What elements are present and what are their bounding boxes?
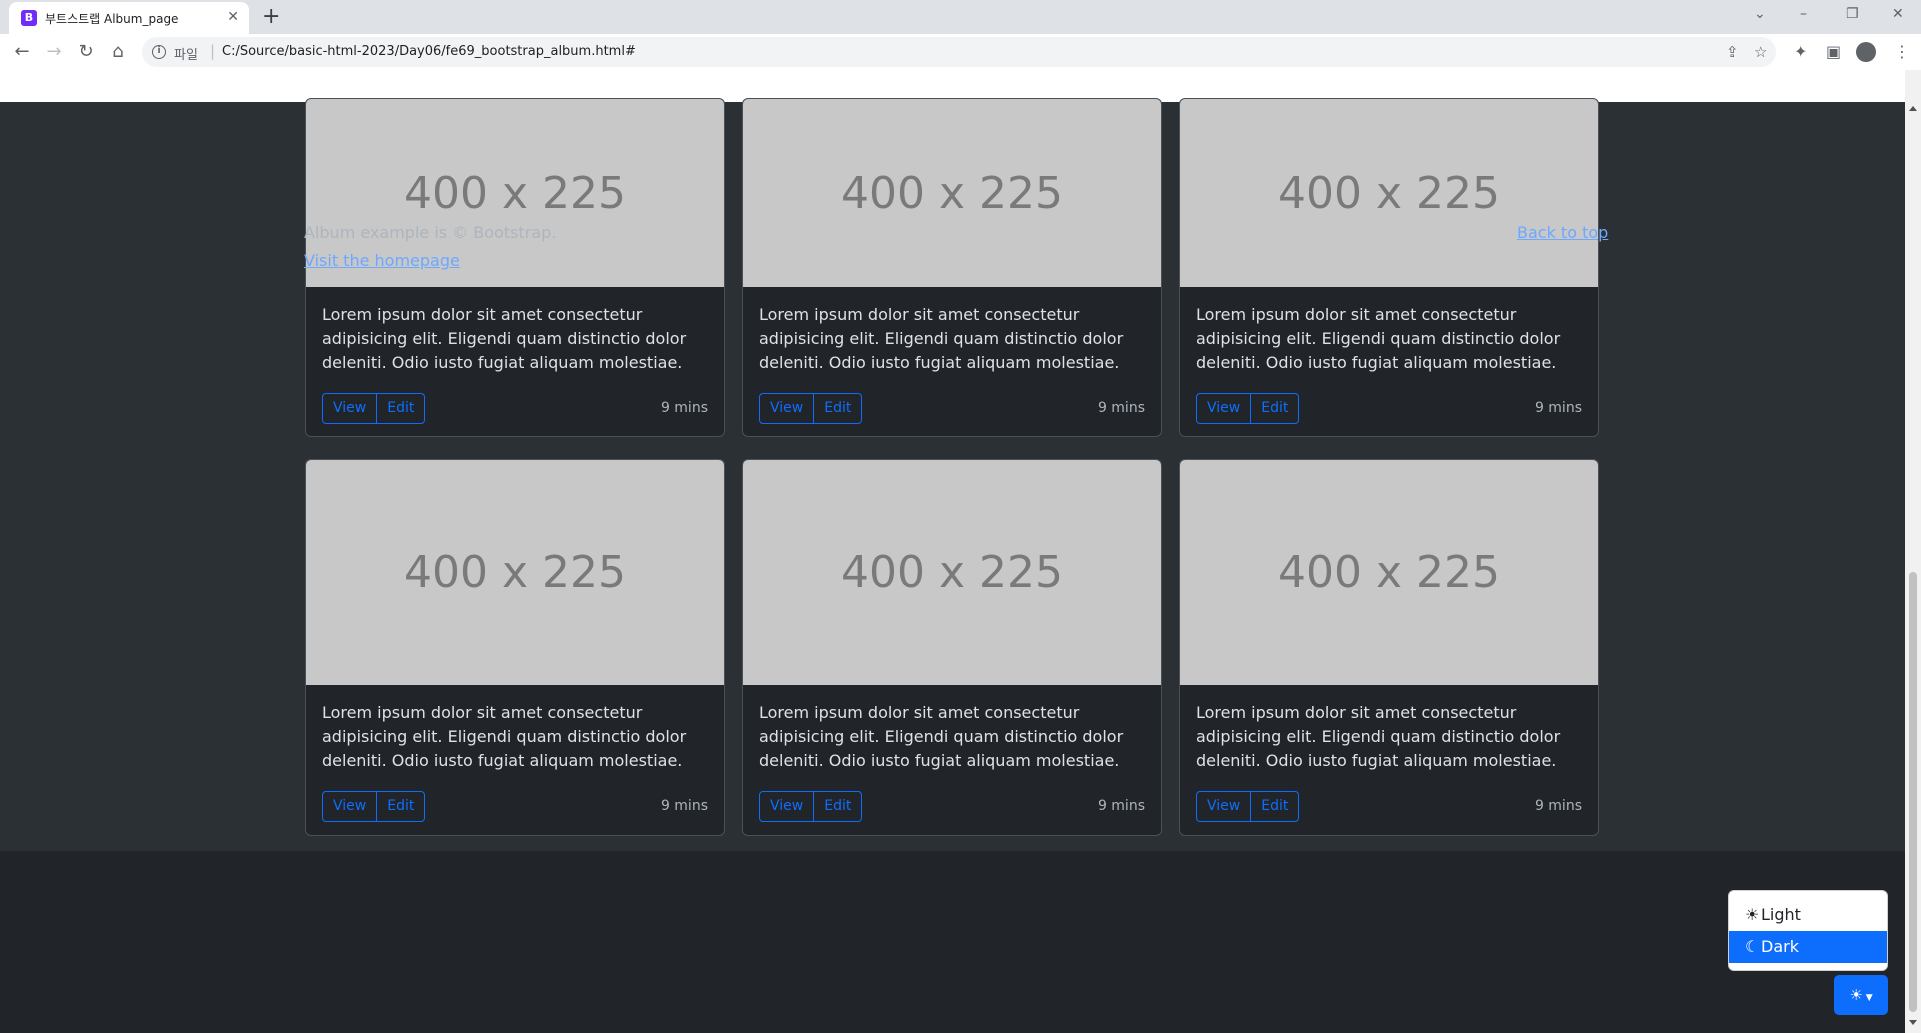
extensions-icon[interactable]: ✦ — [1794, 42, 1807, 62]
forward-icon[interactable]: → — [44, 42, 64, 62]
card-text: Lorem ipsum dolor sit amet consectetur a… — [1196, 703, 1561, 770]
card-time: 9 mins — [1534, 400, 1582, 416]
share-icon[interactable]: ⇪ — [1726, 44, 1739, 60]
menu-icon[interactable]: ⋮ — [1894, 42, 1910, 62]
card-body: Lorem ipsum dolor sit amet consectetur a… — [306, 685, 724, 822]
info-icon[interactable]: i — [152, 45, 166, 59]
scroll-thumb[interactable] — [1909, 572, 1917, 1012]
browser-tab[interactable]: B 부트스트랩 Album_page ✕ — [9, 2, 249, 34]
album-card: 400 x 225 Lorem ipsum dolor sit amet con… — [742, 459, 1162, 836]
card-body: Lorem ipsum dolor sit amet consectetur a… — [743, 287, 1161, 424]
tab-bar: B 부트스트랩 Album_page ✕ + ⌄ – ❐ ✕ — [0, 0, 1921, 34]
card-image-placeholder: 400 x 225 — [743, 460, 1161, 685]
url-scheme: 파일 — [174, 48, 198, 63]
side-panel-icon[interactable]: ▣ — [1826, 42, 1841, 62]
theme-option-label: Dark — [1761, 937, 1799, 956]
page-footer — [0, 851, 1905, 1033]
back-to-top-link[interactable]: Back to top — [1517, 223, 1608, 242]
profile-avatar[interactable] — [1856, 42, 1876, 62]
view-button[interactable]: View — [759, 393, 815, 424]
card-image-placeholder: 400 x 225 — [1180, 460, 1598, 685]
card-button-group: View Edit — [759, 791, 863, 822]
card-text: Lorem ipsum dolor sit amet consectetur a… — [759, 703, 1124, 770]
close-icon[interactable]: ✕ — [227, 8, 239, 26]
window-close-icon[interactable]: ✕ — [1892, 5, 1904, 23]
view-button[interactable]: View — [322, 393, 378, 424]
reload-icon[interactable]: ↻ — [76, 42, 96, 62]
card-actions: View Edit 9 mins — [1196, 393, 1582, 424]
view-button[interactable]: View — [1196, 791, 1252, 822]
browser-toolbar: ← → ↻ ⌂ i 파일 | C:/Source/basic-html-2023… — [0, 34, 1921, 70]
theme-toggle-button[interactable]: ☀ ▼ — [1834, 975, 1888, 1015]
card-time: 9 mins — [1097, 798, 1145, 814]
card-time: 9 mins — [1534, 798, 1582, 814]
tab-search-icon[interactable]: ⌄ — [1754, 5, 1766, 23]
view-button[interactable]: View — [322, 791, 378, 822]
card-body: Lorem ipsum dolor sit amet consectetur a… — [1180, 287, 1598, 424]
theme-option-dark[interactable]: ☾ Dark — [1729, 931, 1887, 963]
edit-button[interactable]: Edit — [377, 393, 426, 424]
page-scrollbar[interactable] — [1905, 70, 1921, 1033]
card-button-group: View Edit — [759, 393, 863, 424]
card-body: Lorem ipsum dolor sit amet consectetur a… — [743, 685, 1161, 822]
theme-option-light[interactable]: ☀ Light — [1729, 899, 1887, 931]
card-button-group: View Edit — [322, 393, 426, 424]
homepage-link[interactable]: Visit the homepage — [304, 251, 460, 270]
edit-button[interactable]: Edit — [814, 791, 863, 822]
edit-button[interactable]: Edit — [377, 791, 426, 822]
album-card: 400 x 225 Lorem ipsum dolor sit amet con… — [1179, 98, 1599, 437]
page-viewport: 400 x 225 Lorem ipsum dolor sit amet con… — [0, 70, 1921, 1033]
card-body: Lorem ipsum dolor sit amet consectetur a… — [1180, 685, 1598, 822]
minimize-icon[interactable]: – — [1800, 5, 1807, 23]
card-image-placeholder: 400 x 225 — [743, 99, 1161, 287]
view-button[interactable]: View — [759, 791, 815, 822]
scroll-up-icon[interactable] — [1909, 106, 1917, 111]
address-bar[interactable]: i 파일 | C:/Source/basic-html-2023/Day06/f… — [142, 37, 1776, 67]
sun-icon: ☀ — [1849, 986, 1863, 1004]
card-text: Lorem ipsum dolor sit amet consectetur a… — [322, 703, 687, 770]
url-text[interactable]: C:/Source/basic-html-2023/Day06/fe69_boo… — [222, 44, 636, 59]
card-button-group: View Edit — [1196, 791, 1300, 822]
card-image-placeholder: 400 x 225 — [1180, 99, 1598, 287]
album-card: 400 x 225 Lorem ipsum dolor sit amet con… — [305, 459, 725, 836]
theme-option-label: Light — [1761, 905, 1801, 924]
view-button[interactable]: View — [1196, 393, 1252, 424]
card-actions: View Edit 9 mins — [1196, 791, 1582, 822]
sun-icon: ☀ — [1745, 905, 1760, 924]
edit-button[interactable]: Edit — [814, 393, 863, 424]
url-separator: | — [210, 42, 216, 60]
bookmark-star-icon[interactable]: ☆ — [1754, 44, 1767, 60]
card-time: 9 mins — [660, 798, 708, 814]
chevron-down-icon: ▼ — [1862, 993, 1873, 1003]
restore-icon[interactable]: ❐ — [1846, 5, 1859, 23]
moon-icon: ☾ — [1745, 937, 1760, 956]
card-actions: View Edit 9 mins — [759, 393, 1145, 424]
card-button-group: View Edit — [322, 791, 426, 822]
new-tab-icon[interactable]: + — [262, 4, 280, 30]
card-actions: View Edit 9 mins — [322, 791, 708, 822]
card-time: 9 mins — [660, 400, 708, 416]
card-text: Lorem ipsum dolor sit amet consectetur a… — [322, 305, 687, 372]
card-actions: View Edit 9 mins — [759, 791, 1145, 822]
card-text: Lorem ipsum dolor sit amet consectetur a… — [1196, 305, 1561, 372]
back-icon[interactable]: ← — [12, 42, 32, 62]
card-time: 9 mins — [1097, 400, 1145, 416]
album-card: 400 x 225 Lorem ipsum dolor sit amet con… — [742, 98, 1162, 437]
tab-title: 부트스트랩 Album_page — [45, 12, 179, 26]
card-body: Lorem ipsum dolor sit amet consectetur a… — [306, 287, 724, 424]
card-actions: View Edit 9 mins — [322, 393, 708, 424]
edit-button[interactable]: Edit — [1251, 393, 1300, 424]
card-image-placeholder: 400 x 225 — [306, 460, 724, 685]
scroll-down-icon[interactable] — [1909, 1020, 1917, 1025]
album-card: 400 x 225 Lorem ipsum dolor sit amet con… — [1179, 459, 1599, 836]
bootstrap-favicon-icon: B — [21, 10, 37, 26]
theme-dropdown-menu: ☀ Light ☾ Dark — [1728, 890, 1888, 971]
card-text: Lorem ipsum dolor sit amet consectetur a… — [759, 305, 1124, 372]
edit-button[interactable]: Edit — [1251, 791, 1300, 822]
card-button-group: View Edit — [1196, 393, 1300, 424]
footer-copyright: Album example is © Bootstrap. — [304, 223, 557, 242]
home-icon[interactable]: ⌂ — [108, 42, 128, 62]
